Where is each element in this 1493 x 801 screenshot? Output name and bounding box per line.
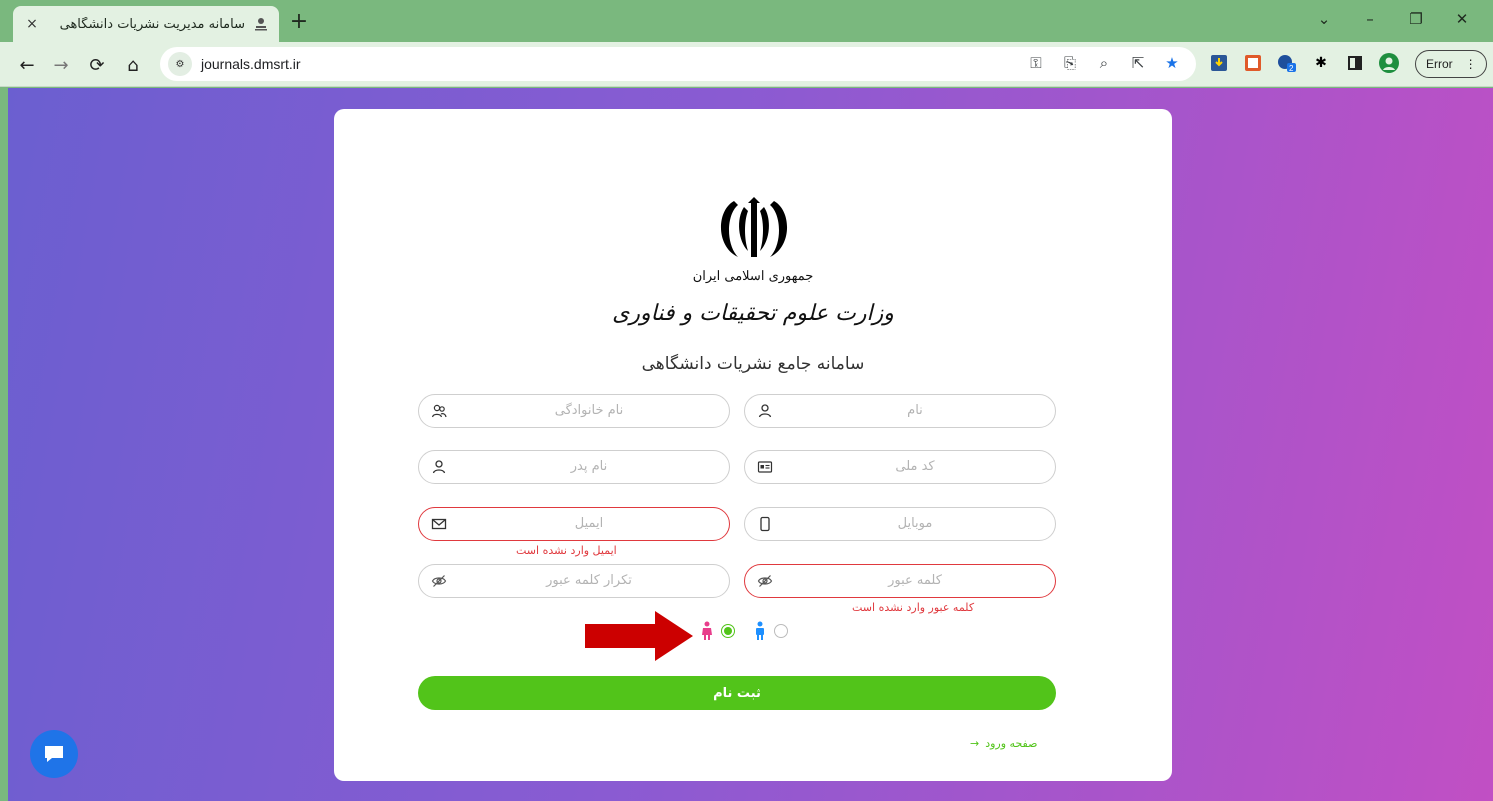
register-button[interactable]: ثبت نام bbox=[418, 676, 1056, 710]
home-icon[interactable]: ⌂ bbox=[120, 52, 146, 78]
side-panel-icon[interactable] bbox=[1344, 52, 1366, 74]
mail-icon bbox=[431, 518, 447, 530]
tab-search-chevron-icon[interactable]: ⌄ bbox=[1312, 10, 1336, 28]
browser-tab[interactable]: سامانه مدیریت نشریات دانشگاهی × bbox=[13, 6, 279, 42]
eye-off-icon[interactable] bbox=[431, 573, 447, 589]
minimize-icon[interactable]: – bbox=[1358, 10, 1382, 28]
reload-icon[interactable]: ⟳ bbox=[84, 52, 110, 78]
password-repeat-field[interactable]: تکرار کلمه عبور bbox=[418, 564, 730, 598]
browser-tab-bar: سامانه مدیریت نشریات دانشگاهی × + ⌄ – ❐ … bbox=[0, 0, 1493, 42]
password-error-message: کلمه عبور وارد نشده است bbox=[852, 601, 975, 614]
registration-card: جمهوری اسلامی ایران وزارت علوم تحقیقات و… bbox=[334, 109, 1172, 781]
svg-text:2: 2 bbox=[1289, 64, 1294, 72]
site-favicon-icon bbox=[253, 16, 269, 32]
id-card-icon bbox=[757, 461, 773, 473]
url-text[interactable]: journals.dmsrt.ir bbox=[201, 56, 301, 72]
mobile-phone-icon bbox=[760, 516, 770, 532]
forward-icon[interactable]: → bbox=[48, 52, 74, 78]
annotation-arrow-icon bbox=[585, 611, 693, 661]
arrow-right-icon: → bbox=[970, 737, 980, 750]
email-error-message: ایمیل وارد نشده است bbox=[516, 544, 617, 557]
browser-toolbar: ← → ⟳ ⌂ ⚙ journals.dmsrt.ir ⚿ ⎘ ⌕ ⇱ ★ 2 … bbox=[0, 42, 1493, 87]
notes-extension-icon[interactable] bbox=[1242, 52, 1264, 74]
email-placeholder: ایمیل bbox=[574, 516, 604, 531]
register-button-label: ثبت نام bbox=[713, 685, 761, 701]
back-icon[interactable]: ← bbox=[14, 52, 40, 78]
first-name-field[interactable]: نام bbox=[744, 394, 1056, 428]
mobile-placeholder: موبایل bbox=[897, 516, 933, 531]
national-code-placeholder: کد ملی bbox=[895, 459, 935, 474]
page-background: جمهوری اسلامی ایران وزارت علوم تحقیقات و… bbox=[8, 88, 1493, 801]
mobile-field[interactable]: موبایل bbox=[744, 507, 1056, 541]
new-tab-button[interactable]: + bbox=[288, 11, 310, 34]
zoom-icon[interactable]: ⌕ bbox=[1094, 53, 1114, 73]
last-name-field[interactable]: نام خانوادگی bbox=[418, 394, 730, 428]
address-bar[interactable]: ⚙ journals.dmsrt.ir ⚿ ⎘ ⌕ ⇱ ★ bbox=[160, 47, 1196, 81]
email-field[interactable]: ایمیل bbox=[418, 507, 730, 541]
national-code-field[interactable]: کد ملی bbox=[744, 450, 1056, 484]
logo-ministry-text: وزارت علوم تحقیقات و فناوری bbox=[612, 301, 894, 326]
first-name-placeholder: نام bbox=[907, 403, 923, 418]
bookmark-star-icon[interactable]: ★ bbox=[1162, 53, 1182, 73]
father-name-placeholder: نام پدر bbox=[570, 459, 608, 474]
chat-widget-button[interactable] bbox=[30, 730, 78, 778]
menu-kebab-icon[interactable]: ⋮ bbox=[1465, 57, 1477, 71]
user-icon bbox=[432, 460, 446, 474]
father-name-field[interactable]: نام پدر bbox=[418, 450, 730, 484]
profile-avatar-icon[interactable] bbox=[1378, 52, 1400, 74]
gender-option-female[interactable] bbox=[701, 619, 735, 643]
vpn-extension-icon[interactable]: 2 bbox=[1276, 52, 1298, 74]
female-icon bbox=[702, 621, 712, 640]
tab-title: سامانه مدیریت نشریات دانشگاهی bbox=[59, 16, 245, 32]
page-title: سامانه جامع نشریات دانشگاهی bbox=[641, 354, 865, 374]
last-name-placeholder: نام خانوادگی bbox=[554, 403, 624, 418]
logo-country-text: جمهوری اسلامی ایران bbox=[692, 269, 814, 284]
login-page-link[interactable]: صفحه ورود → bbox=[970, 737, 1037, 750]
password-field[interactable]: کلمه عبور bbox=[744, 564, 1056, 598]
site-info-icon[interactable]: ⚙ bbox=[168, 52, 192, 76]
users-icon bbox=[431, 404, 447, 418]
female-radio[interactable] bbox=[721, 624, 735, 638]
male-radio[interactable] bbox=[774, 624, 788, 638]
male-icon bbox=[756, 621, 764, 640]
eye-off-icon[interactable] bbox=[757, 573, 773, 589]
error-chip-label: Error bbox=[1426, 57, 1453, 71]
install-app-icon[interactable]: ⎘ bbox=[1060, 53, 1080, 73]
tab-close-icon[interactable]: × bbox=[23, 15, 41, 33]
iran-emblem-icon bbox=[720, 197, 788, 257]
password-repeat-placeholder: تکرار کلمه عبور bbox=[546, 573, 632, 588]
close-window-icon[interactable]: ✕ bbox=[1450, 10, 1474, 28]
extensions-puzzle-icon[interactable]: ✱ bbox=[1310, 52, 1332, 74]
download-extension-icon[interactable] bbox=[1208, 52, 1230, 74]
login-link-label: صفحه ورود bbox=[985, 737, 1038, 750]
restore-icon[interactable]: ❐ bbox=[1404, 10, 1428, 28]
chat-bubble-icon bbox=[45, 746, 63, 762]
error-chip[interactable]: Error ⋮ bbox=[1415, 50, 1487, 78]
password-placeholder: کلمه عبور bbox=[888, 573, 942, 588]
gender-option-male[interactable] bbox=[754, 619, 788, 643]
password-key-icon[interactable]: ⚿ bbox=[1026, 53, 1046, 73]
share-icon[interactable]: ⇱ bbox=[1128, 53, 1148, 73]
user-icon bbox=[758, 404, 772, 418]
